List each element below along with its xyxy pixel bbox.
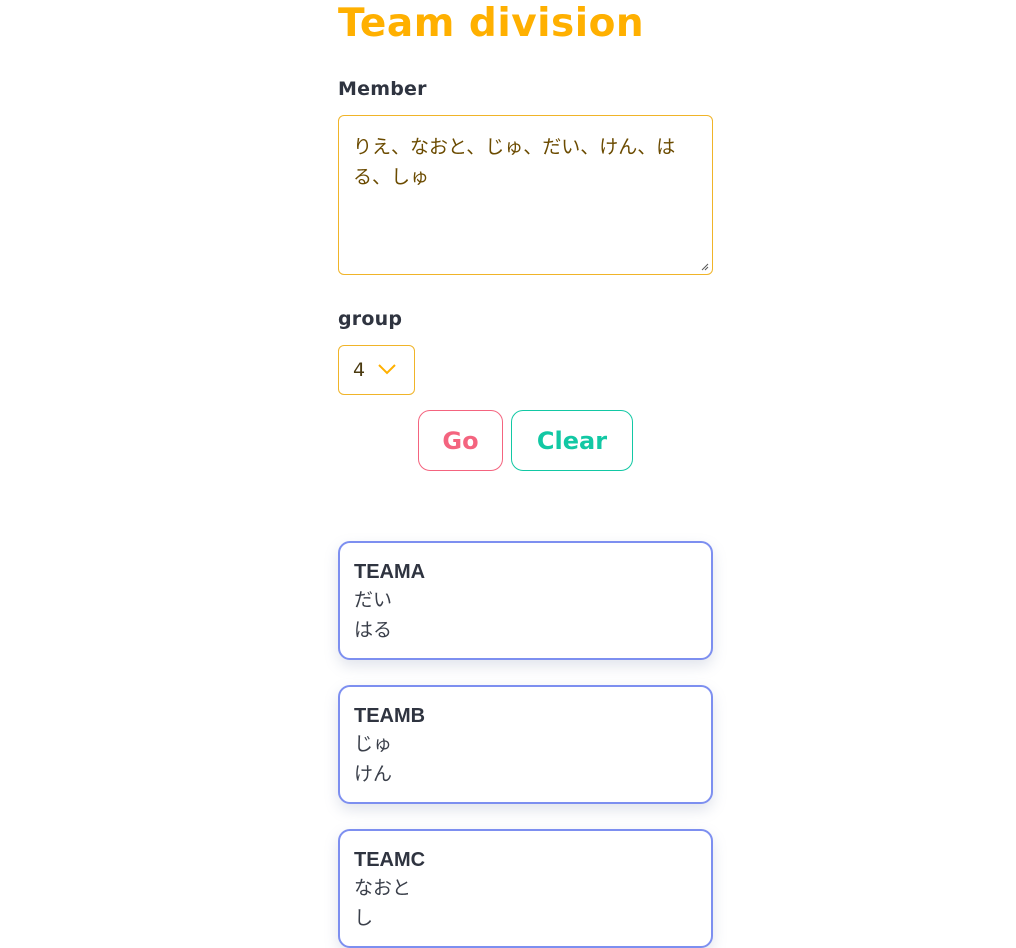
team-member: はる — [354, 620, 393, 641]
team-name: TEAMB — [354, 705, 426, 727]
clear-button[interactable]: Clear — [511, 410, 633, 471]
team-division-form: Team division Member りえ、なおと、じゅ、だい、けん、はる、… — [338, 0, 713, 948]
team-member: なおと — [354, 878, 412, 899]
team-name: TEAMC — [354, 849, 426, 871]
team-card: TEAMB じゅ けん — [338, 685, 713, 804]
team-name: TEAMA — [354, 561, 426, 583]
group-label: group — [338, 308, 403, 330]
team-member: し — [354, 908, 374, 929]
member-textarea[interactable]: りえ、なおと、じゅ、だい、けん、はる、しゅ — [338, 115, 713, 275]
resize-handle-icon[interactable] — [701, 263, 709, 271]
team-member: じゅ — [354, 734, 393, 755]
group-select-value: 4 — [353, 359, 366, 381]
team-member: けん — [354, 764, 393, 785]
page-title: Team division — [338, 1, 645, 46]
team-member: だい — [354, 590, 393, 611]
go-button[interactable]: Go — [418, 410, 503, 471]
group-select[interactable]: 4 — [338, 345, 415, 395]
member-label: Member — [338, 78, 427, 100]
chevron-down-icon — [378, 364, 396, 375]
team-card: TEAMC なおと し — [338, 829, 713, 948]
team-card: TEAMA だい はる — [338, 541, 713, 660]
